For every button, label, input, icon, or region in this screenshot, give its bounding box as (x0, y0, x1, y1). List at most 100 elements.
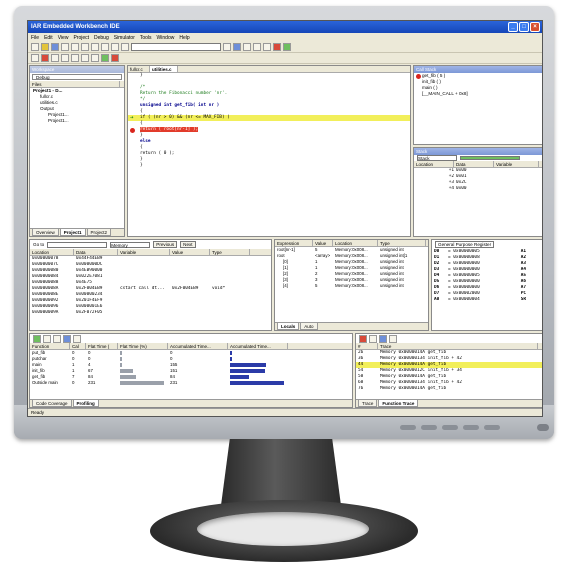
menu-help[interactable]: Help (179, 35, 189, 41)
menu-tools[interactable]: Tools (140, 35, 152, 41)
trace-find-icon[interactable] (369, 334, 377, 343)
accumulated-time-bar (230, 356, 232, 361)
ide-window: IAR Embedded Workbench IDE _ □ × File Ed… (27, 20, 543, 417)
make-icon[interactable] (263, 43, 271, 51)
menu-project[interactable]: Project (73, 35, 89, 41)
profiling-enable-icon[interactable] (33, 334, 41, 343)
profiling-graph-icon[interactable] (63, 334, 71, 343)
step-out-icon[interactable] (71, 54, 79, 62)
accumulated-time-bar (230, 368, 266, 373)
minimize-icon[interactable]: _ (508, 22, 518, 32)
watch-cell: 5 (315, 283, 318, 288)
trace-clear-icon[interactable] (359, 334, 367, 343)
watch-header-location: Location (333, 240, 378, 246)
previous-button[interactable]: Previous (153, 241, 178, 248)
menu-debug[interactable]: Debug (94, 35, 109, 41)
cut-icon[interactable] (81, 43, 89, 51)
goto-icon[interactable] (243, 43, 251, 51)
current-frame-icon (416, 74, 421, 79)
tab-function-trace[interactable]: Function Trace (378, 400, 419, 407)
stack-row: +4 0x00 (448, 186, 467, 191)
copy-icon[interactable] (91, 43, 99, 51)
save-all-icon[interactable] (61, 43, 69, 51)
watch-row[interactable]: [4] 5 Memory:0x008... unsigned int (275, 283, 428, 289)
memory-cell (118, 310, 170, 316)
next-button[interactable]: Next (180, 241, 196, 248)
save-icon[interactable] (51, 43, 59, 51)
profiling-cell: Outside main (32, 380, 58, 385)
profiling-refresh-icon[interactable] (53, 334, 61, 343)
tab-auto[interactable]: Auto (300, 323, 318, 330)
accumulated-time-bar (230, 362, 267, 367)
tab-project2[interactable]: Project2 (86, 229, 112, 236)
break-icon[interactable] (41, 54, 49, 62)
memory-header-data: Data (74, 249, 118, 255)
new-file-icon[interactable] (31, 43, 39, 51)
maximize-icon[interactable]: □ (519, 22, 529, 32)
stop-build-icon[interactable] (273, 43, 281, 51)
find-icon[interactable] (223, 43, 231, 51)
step-over-icon[interactable] (51, 54, 59, 62)
compile-icon[interactable] (253, 43, 261, 51)
config-select[interactable]: Debug (32, 74, 122, 80)
flat-time-bar (120, 362, 122, 367)
trace-toggle-icon[interactable] (379, 334, 387, 343)
register-group-select[interactable]: General Purpose Register (435, 241, 495, 248)
profiling-clear-icon[interactable] (43, 334, 51, 343)
callstack-item-0[interactable]: get_fib ( 5 ) (414, 73, 542, 79)
trace-row[interactable]: 76 Memory 0x0000014A get_fib (356, 386, 542, 392)
watch-panel: Expression Value Location Type root[nr-1… (274, 239, 429, 331)
trace-panel: # Trace 26 Memory 0x0000014A get_fib 36 Mem… (355, 333, 542, 408)
profiling-cell (228, 380, 288, 386)
close-icon[interactable]: × (530, 22, 540, 32)
memory-select[interactable]: Memory (110, 241, 151, 248)
workspace-title: Workspace (30, 66, 124, 73)
tab-profiling[interactable]: Profiling (72, 400, 99, 407)
memory-header-value: Value (170, 249, 210, 255)
register-row[interactable]: A0 = 0x00000004 SR (432, 297, 542, 303)
undo-icon[interactable] (111, 43, 119, 51)
tab-code-coverage[interactable]: Code Coverage (32, 400, 72, 407)
tab-locals[interactable]: Locals (277, 323, 300, 330)
next-statement-icon[interactable] (81, 54, 89, 62)
callstack-item-3[interactable]: [__MAIN_CALL + 0x8] (414, 91, 542, 97)
reset-icon[interactable] (31, 54, 39, 62)
tab-project1[interactable]: Project1 (59, 229, 86, 236)
menu-window[interactable]: Window (157, 35, 175, 41)
stop-debug-icon[interactable] (111, 54, 119, 62)
app-title: IAR Embedded Workbench IDE (31, 24, 120, 30)
redo-icon[interactable] (121, 43, 129, 51)
callstack-panel: Call Stack get_fib ( 5 ) init_fib ( ) ma… (413, 65, 542, 145)
code-line-8-text: if ( (nr > 0) && (nr <= MAX_FIB) ) (140, 115, 230, 120)
open-folder-icon[interactable] (41, 43, 49, 51)
step-into-icon[interactable] (61, 54, 69, 62)
paste-icon[interactable] (101, 43, 109, 51)
memory-row[interactable]: 0x0000009A 0x2F072F05 (30, 310, 271, 316)
flat-time-bar (120, 350, 122, 355)
find-combo[interactable] (131, 43, 221, 51)
bookmark-icon[interactable] (233, 43, 241, 51)
go-icon[interactable] (101, 54, 109, 62)
print-icon[interactable] (71, 43, 79, 51)
trace-cell: Memory 0x0000014A get_fib (380, 386, 447, 391)
trace-save-icon[interactable] (389, 334, 397, 343)
editor-tab-utilities[interactable]: utilities.c (150, 66, 178, 72)
tree-item-output-file-2[interactable]: Project1... (30, 118, 124, 124)
menu-edit[interactable]: Edit (44, 35, 53, 41)
debug-icon[interactable] (283, 43, 291, 51)
menu-file[interactable]: File (31, 35, 39, 41)
stack-header-variable: Variable (494, 161, 539, 167)
menu-simulator[interactable]: Simulator (114, 35, 135, 41)
stack-usage-bar (460, 156, 520, 160)
run-to-cursor-icon[interactable] (91, 54, 99, 62)
tab-overview[interactable]: Overview (32, 229, 59, 236)
prof-header-flat: Flat Time ( (86, 343, 118, 349)
menu-view[interactable]: View (58, 35, 69, 41)
profiling-row[interactable]: Outside main 0 231 231 (30, 380, 352, 386)
stack-title: Stack (414, 148, 542, 155)
tab-trace[interactable]: Trace (358, 400, 378, 407)
flat-time-bar (120, 356, 122, 361)
profiling-save-icon[interactable] (73, 334, 81, 343)
goto-input[interactable] (47, 241, 108, 248)
editor-tab-fullcr[interactable]: fullcr.c (128, 66, 150, 72)
